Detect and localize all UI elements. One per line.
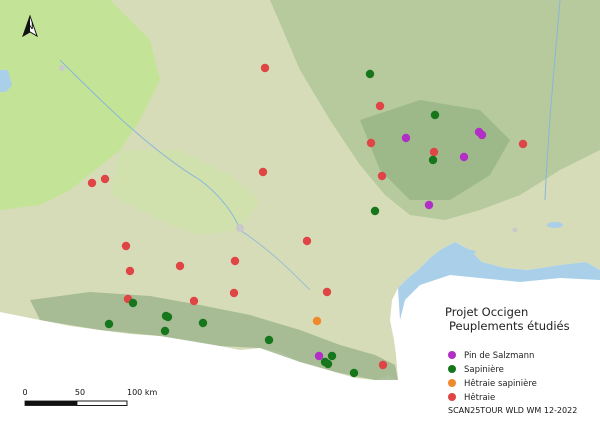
site-marker-sapiniere (349, 368, 359, 378)
site-marker-hetraie (429, 147, 439, 157)
site-marker-sapiniere (323, 359, 333, 369)
site-marker-hetraie (322, 287, 332, 297)
site-marker-hetraie (375, 101, 385, 111)
site-marker-sapiniere (160, 326, 170, 336)
site-marker-pin-de-salzmann (477, 130, 487, 140)
legend-subtitle: Peuplements étudiés (449, 319, 570, 333)
site-marker-hetraie (302, 236, 312, 246)
legend-label-pin-de-salzmann: Pin de Salzmann (464, 351, 534, 361)
legend-swatch-sapiniere (448, 365, 456, 373)
site-marker-sapiniere (365, 69, 375, 79)
site-marker-hetraie (175, 261, 185, 271)
legend-title: Projet Occigen (445, 305, 528, 319)
site-marker-hetraie (377, 171, 387, 181)
site-marker-hetraie (260, 63, 270, 73)
site-marker-sapiniere (163, 312, 173, 322)
site-marker-hetraie (189, 296, 199, 306)
site-marker-sapiniere (128, 298, 138, 308)
site-marker-sapiniere (430, 110, 440, 120)
legend-swatch-pin-de-salzmann (448, 351, 456, 359)
legend-swatch-hetraie (448, 393, 456, 401)
legend-label-sapiniere: Sapinière (464, 364, 504, 375)
site-marker-sapiniere (327, 351, 337, 361)
site-marker-hetraie (229, 288, 239, 298)
site-marker-hetraie (230, 256, 240, 266)
scale-label-50: 50 (75, 388, 85, 397)
north-arrow-letter: N (26, 21, 33, 32)
legend-swatch-hetraie-sapiniere (448, 379, 456, 387)
site-marker-hetraie (121, 241, 131, 251)
scale-label-100: 100 km (127, 388, 157, 397)
site-marker-pin-de-salzmann (401, 133, 411, 143)
site-marker-pin-de-salzmann (314, 351, 324, 361)
site-marker-hetraie (100, 174, 110, 184)
site-marker-hetraie (518, 139, 528, 149)
site-marker-hetraie (87, 178, 97, 188)
site-marker-hetraie (125, 266, 135, 276)
map-canvas: N 0 50 100 km Projet Occigen Peuplements… (0, 0, 600, 424)
site-marker-pin-de-salzmann (459, 152, 469, 162)
site-marker-sapiniere (198, 318, 208, 328)
map-credit: SCAN25TOUR WLD WM 12-2022 (448, 406, 577, 415)
legend-label-hetraie-sapiniere: Hêtraie sapinière (464, 378, 537, 389)
site-marker-hetraie (258, 167, 268, 177)
site-marker-hetraie (366, 138, 376, 148)
site-marker-sapiniere (370, 206, 380, 216)
site-marker-hetraie-sapiniere (312, 316, 322, 326)
site-marker-sapiniere (104, 319, 114, 329)
scale-label-0: 0 (22, 388, 27, 397)
site-marker-sapiniere (428, 155, 438, 165)
site-marker-sapiniere (264, 335, 274, 345)
site-marker-pin-de-salzmann (424, 200, 434, 210)
legend-label-hetraie: Hêtraie (464, 392, 495, 403)
site-marker-hetraie (378, 360, 388, 370)
